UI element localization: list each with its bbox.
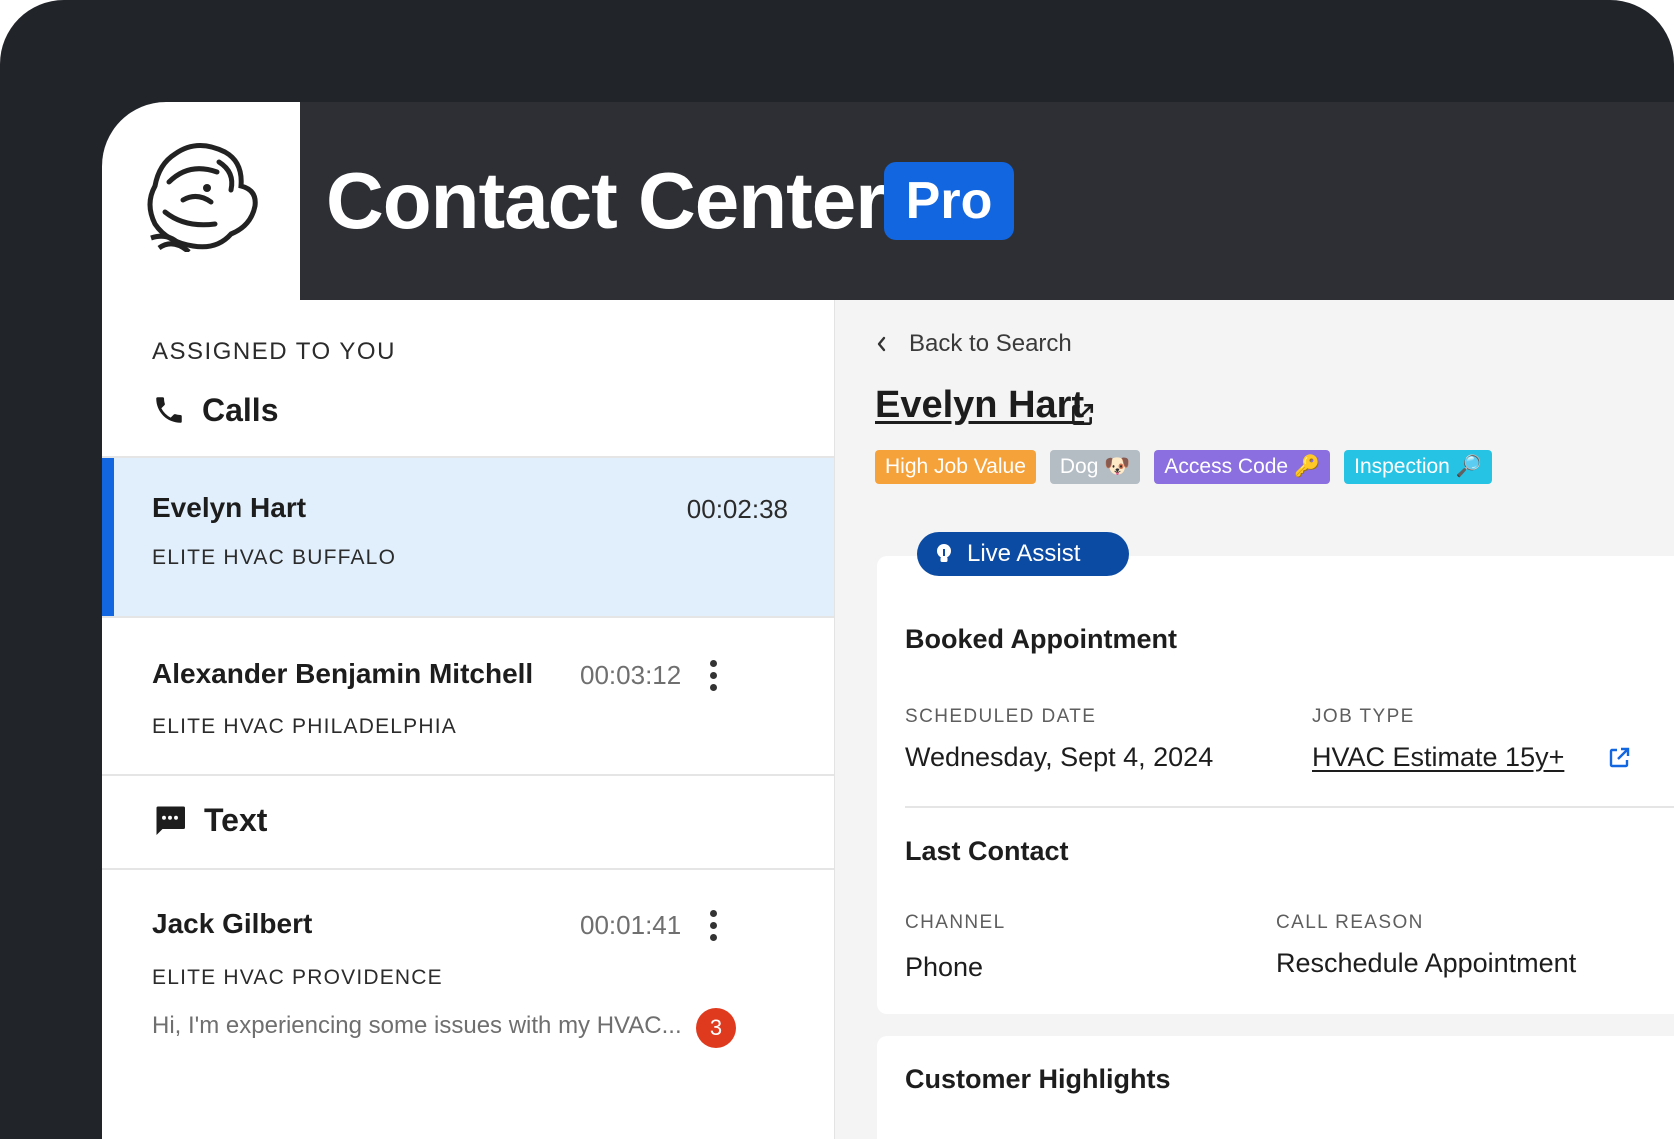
tag-access-code: Access Code 🔑 [1154, 450, 1331, 484]
call-item-alexander-mitchell[interactable]: Alexander Benjamin Mitchell 00:03:12 ELI… [102, 618, 834, 774]
call-timer: 00:03:12 [580, 660, 682, 690]
live-assist-label: Live Assist [967, 540, 1081, 567]
assigned-panel: ASSIGNED TO YOU Calls Evelyn Hart 00:02:… [102, 300, 835, 1139]
contact-name: Jack Gilbert [152, 908, 313, 939]
more-options-icon[interactable] [708, 660, 718, 692]
text-item-jack-gilbert[interactable]: Jack Gilbert 00:01:41 ELITE HVAC PROVIDE… [102, 870, 834, 1139]
active-indicator [102, 458, 114, 616]
customer-highlights-title: Customer Highlights [905, 1064, 1171, 1094]
contact-tags: High Job Value Dog 🐶 Access Code 🔑 Inspe… [875, 450, 1506, 484]
app-window: Contact Center Pro ASSIGNED TO YOU Calls… [102, 102, 1674, 1139]
lightbulb-icon [937, 544, 951, 562]
last-contact-title: Last Contact [905, 836, 1069, 866]
divider [102, 774, 834, 776]
caller-name: Evelyn Hart [152, 492, 307, 523]
tag-dog: Dog 🐶 [1049, 450, 1141, 484]
calls-label: Calls [202, 391, 279, 428]
appointment-card: Booked Appointment SCHEDULED DATE Wednes… [877, 556, 1674, 1014]
channel-label: CHANNEL [905, 912, 1006, 933]
contact-org: ELITE HVAC PROVIDENCE [152, 966, 443, 989]
app-header: Contact Center Pro [102, 102, 1674, 300]
tag-high-job-value: High Job Value [875, 450, 1036, 484]
logo [102, 102, 300, 300]
scheduled-date-value: Wednesday, Sept 4, 2024 [905, 742, 1214, 772]
app-title: Contact Center [326, 156, 886, 245]
message-preview: Hi, I'm experiencing some issues with my… [152, 1012, 682, 1039]
call-timer: 00:02:38 [686, 494, 788, 524]
job-type-link[interactable]: HVAC Estimate 15y+ [1312, 742, 1564, 773]
more-options-icon[interactable] [708, 910, 718, 942]
customer-highlights-card: Customer Highlights [877, 1036, 1674, 1139]
text-label: Text [204, 801, 268, 838]
caller-org: ELITE HVAC PHILADELPHIA [152, 715, 457, 738]
text-group-header: Text [152, 800, 267, 840]
back-label: Back to Search [909, 330, 1072, 357]
calls-group-header: Calls [152, 390, 278, 430]
contact-name-link[interactable]: Evelyn Hart [875, 384, 1084, 427]
mascot-logo-icon [147, 143, 258, 252]
scheduled-date-label: SCHEDULED DATE [905, 706, 1097, 727]
text-timer: 00:01:41 [580, 910, 682, 940]
contact-detail-panel: Back to Search Evelyn Hart High Job Valu… [835, 300, 1674, 1139]
back-to-search-link[interactable]: Back to Search [875, 328, 1072, 360]
unread-count-badge: 3 [696, 1008, 736, 1048]
external-link-icon[interactable] [1607, 746, 1631, 770]
section-label: ASSIGNED TO YOU [152, 338, 396, 365]
chevron-left-icon [877, 336, 886, 352]
job-type-label: JOB TYPE [1312, 706, 1415, 727]
caller-org: ELITE HVAC BUFFALO [152, 546, 397, 569]
external-link-icon[interactable] [1069, 402, 1095, 428]
call-reason-value: Reschedule Appointment [1276, 948, 1577, 978]
live-assist-button[interactable]: Live Assist [917, 532, 1129, 576]
call-item-evelyn-hart[interactable]: Evelyn Hart 00:02:38 ELITE HVAC BUFFALO [102, 458, 834, 616]
tag-inspection: Inspection 🔎 [1344, 450, 1492, 484]
pro-badge: Pro [884, 162, 1014, 240]
card-divider [905, 806, 1674, 808]
phone-icon [156, 397, 182, 423]
caller-name: Alexander Benjamin Mitchell [152, 658, 534, 689]
channel-value: Phone [905, 952, 984, 982]
call-reason-label: CALL REASON [1276, 912, 1424, 933]
booked-appointment-title: Booked Appointment [905, 624, 1177, 654]
chat-bubble-icon [156, 806, 185, 835]
